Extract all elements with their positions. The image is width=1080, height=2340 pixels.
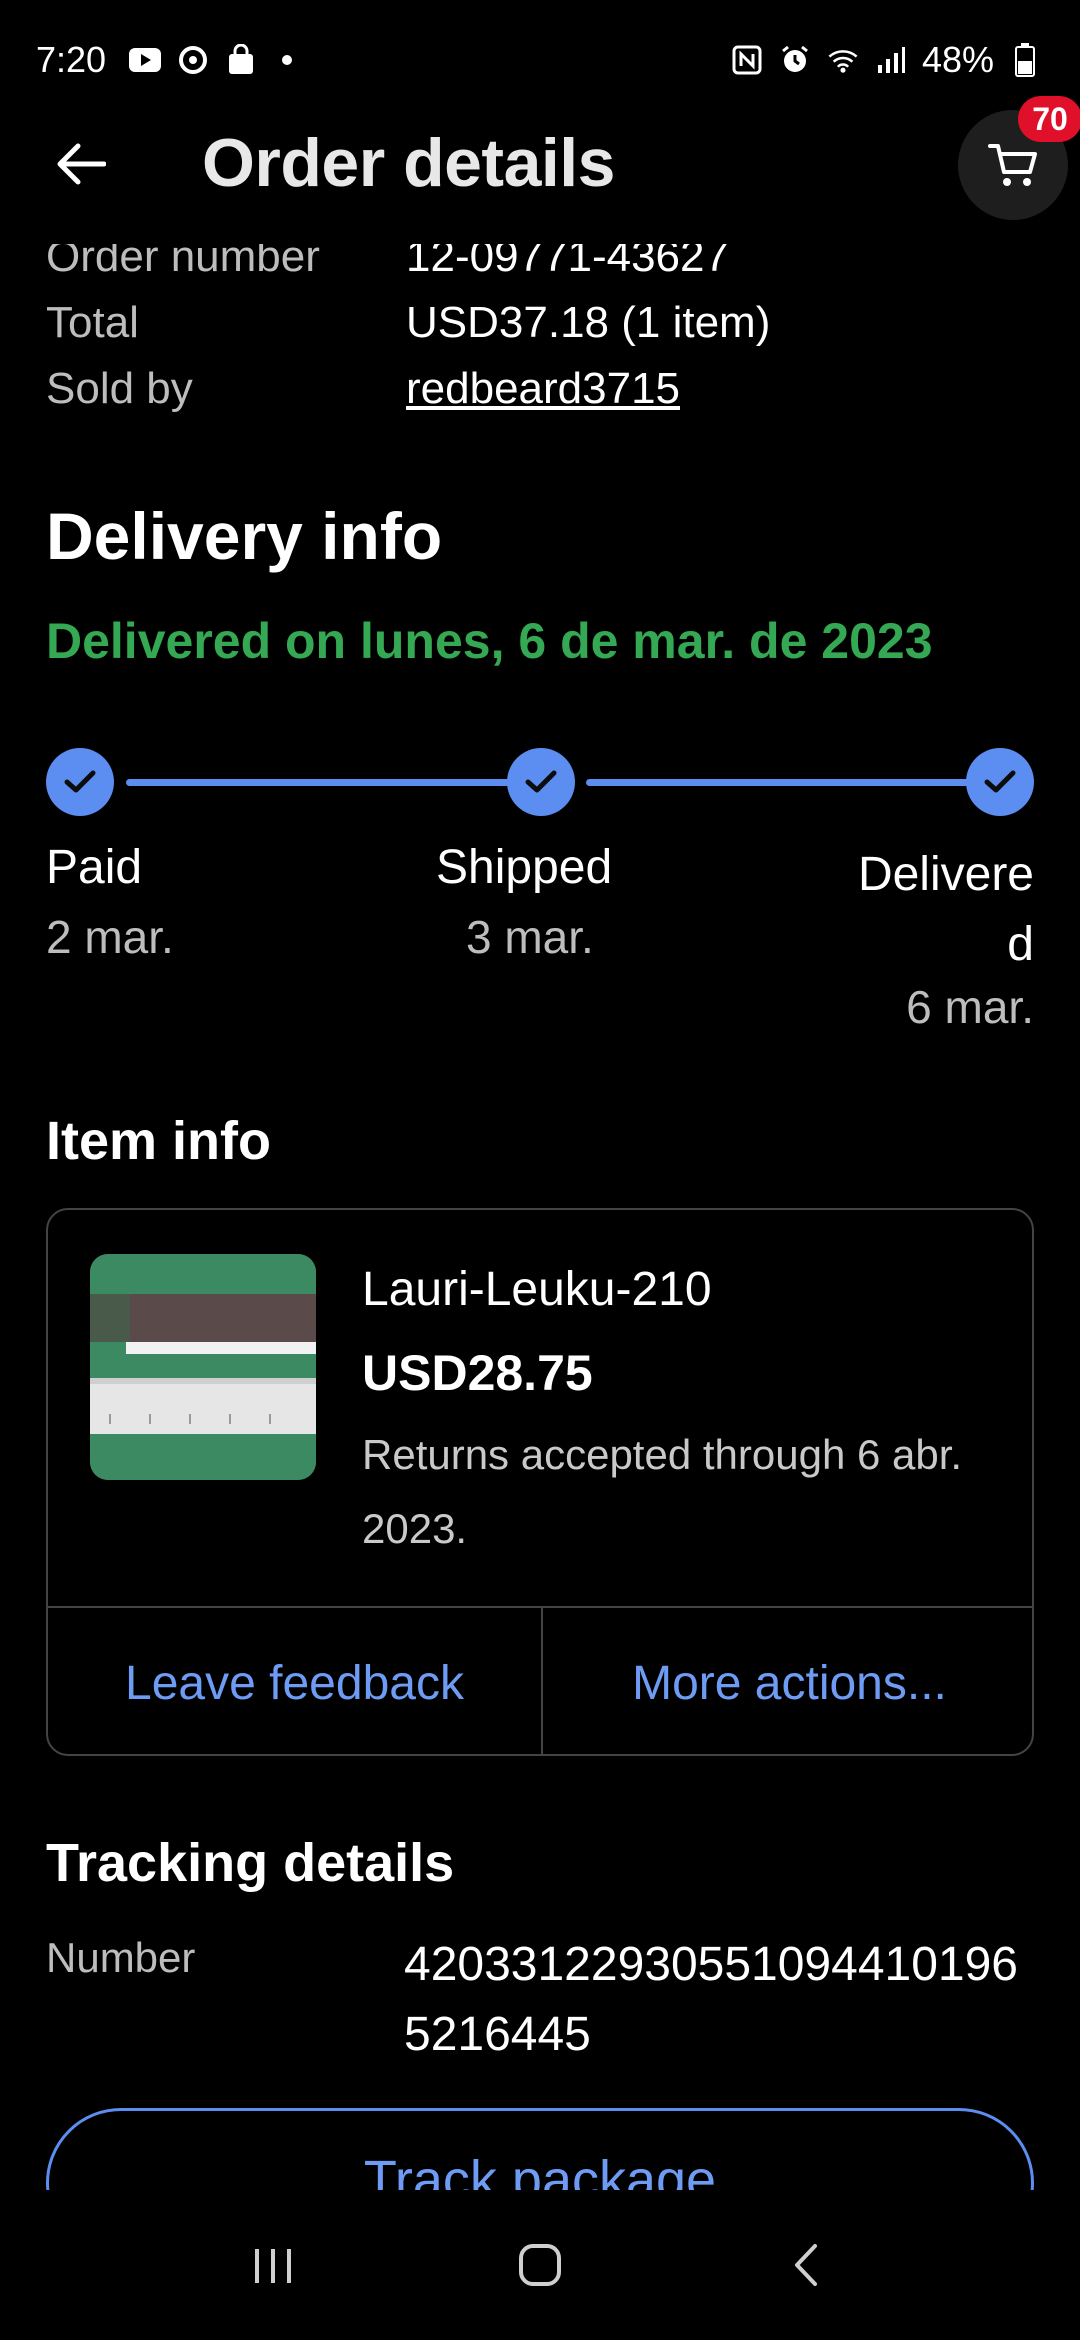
delivery-status: Delivered on lunes, 6 de mar. de 2023 [46,613,933,669]
total-label: Total [46,298,139,347]
youtube-icon [128,43,162,77]
delivery-progress [46,748,1036,818]
step-delivered-node [966,748,1034,816]
item-returns-policy: Returns accepted through 6 abr. 2023. [362,1431,963,1552]
tracking-number-value: 420331229305510944101965216445 [404,1938,1018,2061]
total-value: USD37.18 (1 item) [406,298,771,347]
delivery-info-heading: Delivery info [46,499,443,573]
recent-apps-button[interactable] [233,2225,313,2305]
signal-icon [874,43,908,77]
item-title[interactable]: Lauri-Leuku-210 [362,1262,712,1317]
progress-line-2 [586,779,1004,786]
item-actions: Leave feedback More actions... [48,1606,1032,1754]
step-paid-label: Paid [46,841,143,894]
system-navigation-bar [0,2190,1080,2340]
item-info-heading: Item info [46,1111,271,1171]
nfc-icon [730,43,764,77]
clock: 7:20 [36,39,107,80]
shopping-bag-icon [224,43,258,77]
progress-line-1 [126,779,542,786]
recent-apps-icon [255,2249,292,2283]
step-delivered-date: 6 mar. [906,981,1034,1033]
sold-by-label: Sold by [46,364,193,413]
total-row: Total USD37.18 (1 item) [46,298,1046,364]
wifi-icon [826,43,860,77]
cart-icon [988,144,1037,186]
notification-dot [282,55,293,65]
status-bar: 7:20 48% [0,0,1080,120]
step-shipped-label: Shipped [436,841,613,894]
more-actions-button[interactable]: More actions... [541,1608,1032,1754]
step-paid-date: 2 mar. [46,911,174,963]
step-paid-node [46,748,114,816]
item-card: Lauri-Leuku-210 USD28.75 Returns accepte… [46,1208,1034,1756]
leave-feedback-button[interactable]: Leave feedback [48,1608,541,1754]
home-icon [518,2244,561,2286]
alarm-icon [778,43,812,77]
sold-by-row: Sold by redbeard3715 [46,364,1046,430]
track-package-container: Track package [46,2108,1034,2190]
battery-percent: 48% [921,39,994,80]
back-arrow-icon [57,143,106,185]
back-nav-button[interactable] [767,2225,847,2305]
item-price: USD28.75 [362,1345,593,1401]
order-summary: Order number 12-09771-43627 Total USD37.… [46,232,1046,430]
chevron-left-icon [794,2244,817,2286]
step-shipped-date: 3 mar. [466,911,594,963]
page-title: Order details [202,125,616,201]
step-shipped-node [507,748,575,816]
seller-link[interactable]: redbeard3715 [406,364,680,414]
home-button[interactable] [500,2225,580,2305]
check-icon [525,770,557,793]
sync-icon [176,43,210,77]
back-button[interactable] [48,132,112,196]
track-package-button[interactable]: Track package [46,2108,1034,2190]
battery-icon [1008,43,1042,77]
check-icon [64,770,96,793]
knife-product-image [90,1254,316,1480]
item-thumbnail[interactable] [90,1254,316,1480]
tracking-number-label: Number [46,1934,196,1981]
step-delivered-label: Delivere d [857,848,1034,971]
tracking-details-heading: Tracking details [46,1833,455,1893]
cart-count-badge: 70 [1018,96,1080,142]
check-icon [984,770,1016,793]
